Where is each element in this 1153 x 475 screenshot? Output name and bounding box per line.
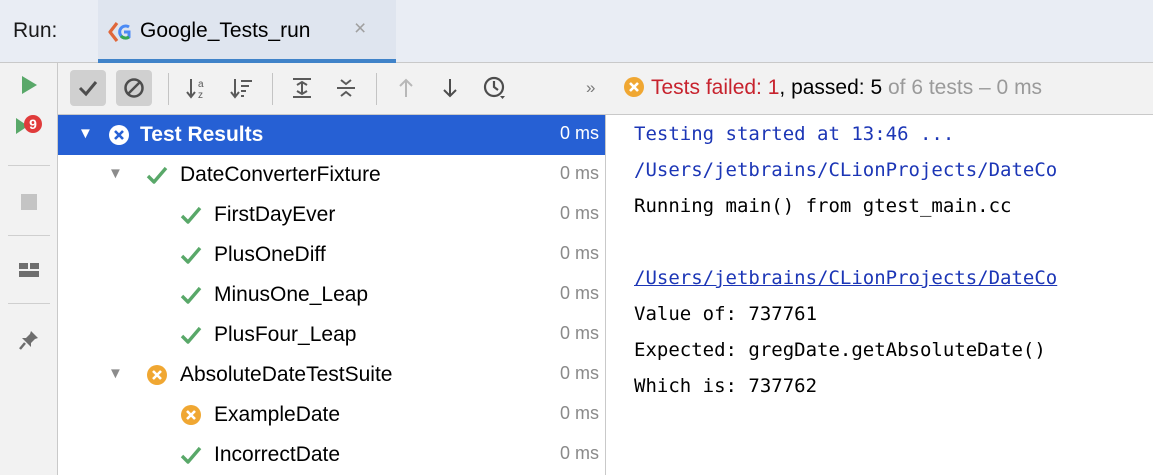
close-tab-icon[interactable]: × (354, 17, 366, 41)
test-name: IncorrectDate (214, 443, 341, 466)
console-file-link[interactable]: /Users/jetbrains/CLionProjects/DateCo (634, 267, 1057, 289)
rerun-failed-tests-icon[interactable]: 9 (10, 107, 48, 145)
tree-row[interactable]: MinusOne_Leap 0 ms (58, 275, 605, 315)
next-failed-test-icon[interactable] (432, 70, 468, 106)
toolbar-separator (168, 73, 169, 105)
more-actions-icon[interactable]: » (586, 78, 595, 98)
test-name: PlusOneDiff (214, 243, 326, 266)
test-name: DateConverterFixture (180, 163, 381, 186)
console-line: Running main() from gtest_main.cc (634, 195, 1012, 217)
expand-arrow-icon[interactable]: ▼ (108, 165, 123, 182)
test-toolbar: a z » Tests failed: 1, passed: 5 of 6 te… (58, 63, 1153, 115)
console-output: Testing started at 13:46 ... /Users/jetbr… (607, 115, 1153, 475)
svg-text:9: 9 (29, 116, 37, 132)
run-tab-bar: Run: Google_Tests_run × (0, 0, 1153, 63)
test-duration: 0 ms (559, 123, 599, 143)
tab-google-tests-run[interactable]: Google_Tests_run × (98, 0, 396, 63)
tree-row[interactable]: FirstDayEver 0 ms (58, 195, 605, 235)
pin-tab-icon[interactable] (10, 321, 48, 359)
test-name: Test Results (140, 123, 264, 146)
console-line: Expected: gregDate.getAbsoluteDate() (634, 339, 1046, 361)
test-name: MinusOne_Leap (214, 283, 369, 306)
test-results-tree: ▼ Test Results 0 ms ▼ DateConverterFixture 0 … (58, 115, 606, 475)
show-ignored-icon[interactable] (116, 70, 152, 106)
passed-check-icon (180, 324, 202, 346)
tree-row[interactable]: ▼ AbsoluteDateTestSuite 0 ms (58, 355, 605, 395)
test-name: AbsoluteDateTestSuite (180, 363, 393, 386)
test-history-icon[interactable] (478, 70, 514, 106)
failed-count: Tests failed: 1 (651, 76, 780, 99)
passed-check-icon (180, 244, 202, 266)
test-duration: 0 ms (559, 163, 599, 183)
stop-icon[interactable] (10, 183, 48, 221)
sort-alphabetically-icon[interactable]: a z (180, 70, 216, 106)
collapse-all-icon[interactable] (328, 70, 364, 106)
show-passed-icon[interactable] (70, 70, 106, 106)
test-status-summary: Tests failed: 1, passed: 5 of 6 tests – … (623, 76, 1042, 104)
tree-row[interactable]: ExampleDate 0 ms (58, 395, 605, 435)
console-line: /Users/jetbrains/CLionProjects/DateCo (634, 159, 1058, 181)
failed-status-icon (180, 404, 202, 426)
console-line: Which is: 737762 (634, 375, 818, 397)
expand-all-icon[interactable] (284, 70, 320, 106)
passed-check-icon (146, 164, 168, 186)
tree-row[interactable]: ▼ DateConverterFixture 0 ms (58, 155, 605, 195)
toolbar-separator (376, 73, 377, 105)
test-duration: 0 ms (559, 323, 599, 343)
run-tool-window: Run: Google_Tests_run × 9 a z » Tests fa… (0, 0, 1153, 475)
expand-arrow-icon[interactable]: ▼ (108, 365, 123, 382)
run-label: Run: (13, 19, 58, 42)
toolbar-separator (272, 73, 273, 105)
failed-status-icon (623, 76, 645, 104)
tree-row[interactable]: PlusFour_Leap 0 ms (58, 315, 605, 355)
status-separator: , (779, 76, 792, 99)
tree-row[interactable]: ▼ Test Results 0 ms (58, 115, 605, 155)
tree-row[interactable]: PlusOneDiff 0 ms (58, 235, 605, 275)
console-line: Value of: 737761 (634, 303, 818, 325)
run-tab-label: Google_Tests_run (140, 19, 311, 42)
test-duration: 0 ms (559, 363, 599, 383)
sort-by-duration-icon[interactable] (224, 70, 260, 106)
passed-count: passed: 5 (791, 76, 883, 99)
toolbar-separator (8, 235, 50, 236)
svg-text:z: z (198, 90, 203, 100)
toolbar-separator (8, 303, 50, 304)
toolbar-separator (8, 165, 50, 166)
tree-row[interactable]: IncorrectDate 0 ms (58, 435, 605, 475)
rerun-icon[interactable] (10, 66, 48, 104)
passed-check-icon (180, 444, 202, 466)
expand-arrow-icon[interactable]: ▼ (78, 125, 93, 142)
passed-check-icon (180, 284, 202, 306)
test-duration: 0 ms (559, 203, 599, 223)
previous-failed-test-icon[interactable] (388, 70, 424, 106)
failed-status-icon (108, 124, 130, 146)
test-duration: 0 ms (559, 403, 599, 423)
test-name: ExampleDate (214, 403, 341, 426)
failed-status-icon (146, 364, 168, 386)
test-name: FirstDayEver (214, 203, 336, 226)
console-line: Testing started at 13:46 ... (634, 123, 955, 145)
total-summary: of 6 tests – 0 ms (882, 76, 1043, 99)
test-duration: 0 ms (559, 443, 599, 463)
test-name: PlusFour_Leap (214, 323, 357, 346)
layout-icon[interactable] (10, 251, 48, 289)
passed-check-icon (180, 204, 202, 226)
google-test-icon (108, 20, 134, 44)
svg-text:a: a (198, 79, 204, 90)
test-duration: 0 ms (559, 283, 599, 303)
left-toolbar: 9 (0, 63, 58, 475)
test-duration: 0 ms (559, 243, 599, 263)
